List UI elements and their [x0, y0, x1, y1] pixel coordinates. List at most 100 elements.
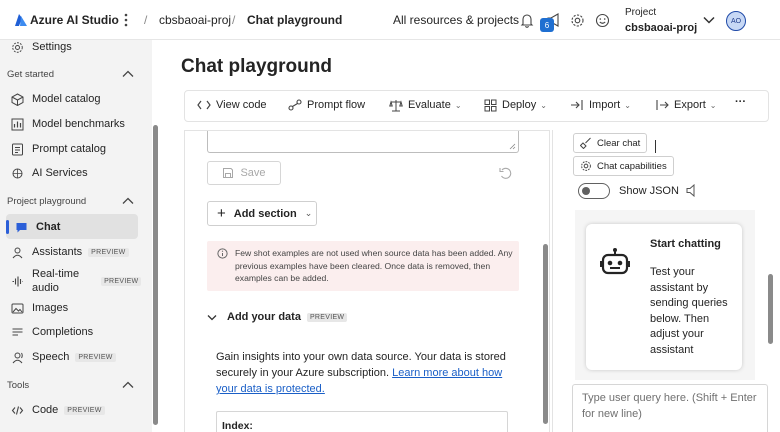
prompt-icon: [10, 142, 24, 156]
flow-icon: [288, 98, 302, 112]
preview-badge: PREVIEW: [306, 312, 348, 322]
realtime-label-line1: Real-time: [32, 268, 80, 280]
project-name[interactable]: cbsbaoai-proj: [625, 22, 697, 34]
sidebar-item-model-catalog[interactable]: Model catalog: [10, 88, 101, 110]
smiley-feedback-icon[interactable]: [593, 11, 611, 29]
evaluate-label: Evaluate: [408, 99, 451, 111]
few-shot-warning: Few shot examples are not used when sour…: [207, 241, 519, 291]
system-message-textarea[interactable]: [207, 131, 519, 153]
completions-icon: [10, 325, 24, 339]
section-header-project-playground[interactable]: Project playground: [7, 196, 86, 207]
info-icon: [217, 248, 228, 259]
save-button[interactable]: Save: [207, 161, 281, 185]
audio-icon: [10, 274, 24, 288]
import-icon: [570, 98, 584, 112]
page-title: Chat playground: [181, 56, 332, 77]
plus-icon: +: [217, 205, 226, 222]
evaluate-button[interactable]: Evaluate ⌄: [389, 98, 462, 112]
add-section-button[interactable]: + Add section ⌄: [207, 201, 317, 226]
sidebar-item-images[interactable]: Images: [10, 297, 68, 319]
chevron-down-icon[interactable]: [700, 11, 718, 29]
avatar[interactable]: AO: [726, 11, 746, 31]
all-resources-link[interactable]: All resources & projects: [393, 13, 519, 27]
sidebar-item-label: Images: [32, 302, 69, 314]
toggle-knob: [582, 187, 590, 195]
sidebar-item-settings[interactable]: Settings: [10, 36, 72, 58]
preview-badge: PREVIEW: [101, 276, 142, 286]
preview-badge: PREVIEW: [64, 405, 105, 415]
user-query-input[interactable]: Type user query here. (Shift + Enter for…: [572, 384, 768, 432]
clear-chat-button[interactable]: Clear chat: [573, 133, 648, 153]
chat-icon: [14, 220, 28, 234]
code-icon: [197, 98, 211, 112]
chevron-up-icon[interactable]: [122, 70, 134, 78]
chevron-down-icon: [207, 314, 217, 321]
app-name[interactable]: Azure AI Studio: [30, 13, 119, 27]
sidebar-item-chat[interactable]: Chat: [14, 216, 60, 238]
sidebar-scrollbar[interactable]: [153, 125, 158, 425]
chat-capabilities-label: Chat capabilities: [597, 160, 667, 172]
more-options-label: ···: [735, 96, 746, 108]
export-button[interactable]: Export ⌄: [655, 98, 717, 112]
more-vertical-icon[interactable]: [117, 11, 135, 29]
sidebar-item-model-benchmarks[interactable]: Model benchmarks: [10, 113, 125, 135]
text-cursor: [655, 140, 656, 153]
sidebar-item-realtime-audio[interactable]: Real-time audio PREVIEW: [10, 265, 142, 297]
view-code-button[interactable]: View code: [197, 98, 267, 112]
sidebar-item-speech[interactable]: Speech PREVIEW: [10, 346, 116, 368]
warning-text: Few shot examples are not used when sour…: [235, 248, 513, 283]
robot-icon: [598, 247, 632, 281]
view-code-label: View code: [216, 99, 267, 111]
section-header-get-started[interactable]: Get started: [7, 69, 54, 80]
sidebar-item-ai-services[interactable]: AI Services: [10, 162, 88, 184]
import-button[interactable]: Import ⌄: [570, 98, 631, 112]
start-chatting-title: Start chatting: [650, 238, 721, 250]
resize-handle-icon[interactable]: [509, 143, 516, 150]
chevron-up-icon[interactable]: [122, 381, 134, 389]
breadcrumb-separator: /: [232, 13, 236, 27]
breadcrumb-project[interactable]: cbsbaoai-proj: [159, 13, 231, 27]
undo-icon[interactable]: [499, 167, 513, 180]
show-json-toggle[interactable]: [578, 183, 610, 199]
export-icon: [655, 98, 669, 112]
index-section: Index:: [216, 411, 508, 432]
show-json-label: Show JSON: [619, 185, 679, 197]
chat-pane-scrollbar[interactable]: [768, 274, 773, 344]
deploy-button[interactable]: Deploy ⌄: [483, 98, 547, 112]
azure-logo-icon[interactable]: [12, 11, 30, 29]
add-your-data-header[interactable]: Add your data PREVIEW: [207, 311, 348, 323]
project-label: Project: [625, 7, 657, 18]
setup-pane-scrollbar[interactable]: [543, 244, 548, 424]
chat-capabilities-button[interactable]: Chat capabilities: [573, 156, 674, 176]
chevron-up-icon[interactable]: [122, 197, 134, 205]
save-label: Save: [240, 167, 266, 179]
gear-icon[interactable]: [568, 11, 586, 29]
sidebar-item-label: Code: [32, 404, 59, 416]
more-options-button[interactable]: ···: [735, 96, 746, 108]
sidebar-item-label: Completions: [32, 326, 94, 338]
query-placeholder: Type user query here. (Shift + Enter for…: [582, 392, 757, 420]
deploy-icon: [483, 98, 497, 112]
top-bar: Azure AI Studio / cbsbaoai-proj / Chat p…: [0, 0, 780, 40]
gear-icon: [10, 40, 24, 54]
sidebar-item-code[interactable]: Code PREVIEW: [10, 399, 105, 421]
sidebar-item-label: Prompt catalog: [32, 143, 106, 155]
sidebar-item-label: AI Services: [32, 167, 88, 179]
chevron-down-icon: ⌄: [304, 208, 313, 218]
section-header-tools[interactable]: Tools: [7, 380, 29, 391]
sidebar-item-label: Speech: [32, 351, 70, 363]
sidebar-item-label: Model benchmarks: [32, 118, 125, 130]
chevron-down-icon: ⌄: [709, 100, 717, 110]
breadcrumb-separator: /: [144, 13, 148, 27]
chevron-down-icon: ⌄: [624, 100, 631, 110]
speaker-icon[interactable]: [686, 184, 698, 197]
sidebar-item-completions[interactable]: Completions: [10, 321, 93, 343]
sidebar-item-prompt-catalog[interactable]: Prompt catalog: [10, 138, 106, 160]
start-chatting-body: Test your assistant by sending queries b…: [650, 266, 728, 356]
prompt-flow-button[interactable]: Prompt flow: [288, 98, 365, 112]
sidebar: Settings Get started Model catalog Model…: [0, 40, 158, 432]
chevron-down-icon: ⌄: [454, 100, 462, 110]
bell-icon[interactable]: [518, 11, 536, 29]
broom-icon: [580, 137, 592, 149]
sidebar-item-assistants[interactable]: Assistants PREVIEW: [10, 241, 129, 263]
